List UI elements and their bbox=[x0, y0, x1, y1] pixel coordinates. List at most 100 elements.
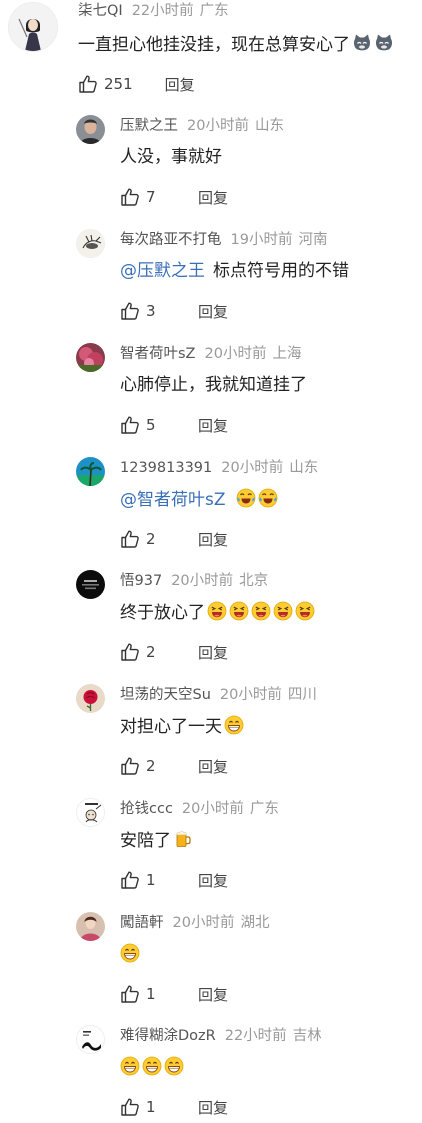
like-count: 2 bbox=[146, 530, 156, 548]
comment-text: 终于放心了 bbox=[120, 601, 315, 624]
grin-emoji-icon bbox=[142, 1056, 162, 1076]
thumbs-up-icon[interactable] bbox=[120, 529, 140, 549]
thumbs-up-icon[interactable] bbox=[120, 187, 140, 207]
reply-button[interactable]: 回复 bbox=[198, 301, 228, 322]
reply-button[interactable]: 回复 bbox=[198, 415, 228, 436]
avatar[interactable] bbox=[76, 457, 105, 486]
comment-actions: 1 回复 bbox=[120, 869, 228, 891]
comment-meta: 闖語軒 20小时前 湖北 bbox=[120, 914, 269, 932]
grin-emoji-icon bbox=[120, 1056, 140, 1076]
reply-button[interactable]: 回复 bbox=[198, 870, 228, 891]
comment-author[interactable]: 1239813391 bbox=[120, 460, 212, 476]
like-count: 5 bbox=[146, 416, 156, 434]
comment-time: 19小时前 bbox=[230, 232, 293, 248]
thumbs-up-icon[interactable] bbox=[78, 74, 98, 94]
comment-time: 20小时前 bbox=[181, 801, 244, 817]
reply-button[interactable]: 回复 bbox=[165, 74, 195, 95]
comment-author[interactable]: 每次路亚不打龟 bbox=[120, 232, 222, 248]
comment-author[interactable]: 坦荡的天空Su bbox=[120, 687, 211, 703]
avatar[interactable] bbox=[8, 2, 58, 52]
comment-author[interactable]: 悟937 bbox=[120, 573, 162, 589]
mention-link[interactable]: @智者荷叶sZ bbox=[120, 490, 226, 510]
comment-text: 一直担心他挂没挂，现在总算安心了 bbox=[78, 33, 394, 56]
comment-time: 22小时前 bbox=[131, 3, 194, 19]
avatar[interactable] bbox=[76, 343, 105, 372]
comment-text: @压默之王 标点符号用的不错 bbox=[120, 260, 349, 282]
comment-author[interactable]: 抢钱ccc bbox=[120, 801, 173, 817]
comment-text-body: 终于放心了 bbox=[120, 603, 205, 623]
comment-location: 吉林 bbox=[292, 1028, 322, 1044]
avatar[interactable] bbox=[76, 798, 105, 827]
comment-location: 北京 bbox=[239, 573, 269, 589]
comment-actions: 251 回复 bbox=[78, 73, 195, 95]
comment-author[interactable]: 压默之王 bbox=[120, 118, 178, 134]
comment-time: 20小时前 bbox=[187, 118, 249, 134]
comment-meta: 抢钱ccc 20小时前 广东 bbox=[120, 800, 279, 818]
reply-button[interactable]: 回复 bbox=[198, 1097, 228, 1118]
comment-actions: 1 回复 bbox=[120, 983, 228, 1005]
thumbs-up-icon[interactable] bbox=[120, 984, 140, 1004]
comment-actions: 7 回复 bbox=[120, 186, 228, 208]
comment-text-body: 一直担心他挂没挂，现在总算安心了 bbox=[78, 35, 350, 55]
comment-actions: 1 回复 bbox=[120, 1096, 228, 1118]
comment-author[interactable]: 闖語軒 bbox=[120, 915, 164, 931]
comment-time: 20小时前 bbox=[221, 460, 284, 476]
comment-location: 四川 bbox=[287, 687, 317, 703]
like-count: 2 bbox=[146, 757, 156, 775]
comment-text-body: 人没，事就好 bbox=[120, 147, 222, 167]
comment-location: 广东 bbox=[199, 3, 229, 19]
thumbs-up-icon[interactable] bbox=[120, 870, 140, 890]
comment-meta: 每次路亚不打龟 19小时前 河南 bbox=[120, 231, 327, 249]
comment-meta: 智者荷叶sZ 20小时前 上海 bbox=[120, 345, 301, 363]
reply-button[interactable]: 回复 bbox=[198, 756, 228, 777]
reply-button[interactable]: 回复 bbox=[198, 529, 228, 550]
cat-emoji-icon bbox=[374, 33, 394, 53]
thumbs-up-icon[interactable] bbox=[120, 642, 140, 662]
comment-time: 20小时前 bbox=[172, 915, 235, 931]
comment-author[interactable]: 智者荷叶sZ bbox=[120, 346, 196, 362]
reply-button[interactable]: 回复 bbox=[198, 984, 228, 1005]
like-count: 1 bbox=[146, 1098, 156, 1116]
comment-text-body: 标点符号用的不错 bbox=[213, 261, 349, 281]
avatar[interactable] bbox=[76, 570, 105, 599]
laugh-emoji-icon bbox=[229, 601, 249, 621]
avatar[interactable] bbox=[76, 684, 105, 713]
grin-emoji-icon bbox=[164, 1056, 184, 1076]
comment-text: 安陪了 bbox=[120, 829, 193, 852]
like-count: 3 bbox=[146, 302, 156, 320]
comment-text: @智者荷叶sZ bbox=[120, 488, 278, 511]
comment-text: 对担心了一天 bbox=[120, 715, 244, 738]
comment-text-body: 对担心了一天 bbox=[120, 717, 222, 737]
grin-emoji-icon bbox=[120, 943, 140, 963]
avatar[interactable] bbox=[76, 229, 105, 258]
comment-location: 河南 bbox=[298, 232, 328, 248]
comment-location: 上海 bbox=[272, 346, 302, 362]
comment-meta: 柒七QI 22小时前 广东 bbox=[78, 2, 229, 20]
comment-actions: 2 回复 bbox=[120, 528, 228, 550]
reply-button[interactable]: 回复 bbox=[198, 642, 228, 663]
laugh-emoji-icon bbox=[207, 601, 227, 621]
thumbs-up-icon[interactable] bbox=[120, 415, 140, 435]
comment-location: 广东 bbox=[249, 801, 279, 817]
avatar[interactable] bbox=[76, 115, 105, 144]
comment-text bbox=[120, 943, 140, 966]
like-count: 2 bbox=[146, 643, 156, 661]
reply-button[interactable]: 回复 bbox=[198, 187, 228, 208]
thumbs-up-icon[interactable] bbox=[120, 301, 140, 321]
comment-time: 20小时前 bbox=[219, 687, 282, 703]
comment-meta: 坦荡的天空Su 20小时前 四川 bbox=[120, 686, 317, 704]
avatar[interactable] bbox=[76, 912, 105, 941]
comment-author[interactable]: 难得糊涂DozR bbox=[120, 1028, 216, 1044]
comment-actions: 2 回复 bbox=[120, 641, 228, 663]
comment-time: 20小时前 bbox=[204, 346, 267, 362]
comment-text: 心肺停止，我就知道挂了 bbox=[120, 374, 307, 396]
comment-actions: 3 回复 bbox=[120, 300, 228, 322]
comment-author[interactable]: 柒七QI bbox=[78, 3, 123, 19]
mention-link[interactable]: @压默之王 bbox=[120, 261, 205, 281]
thumbs-up-icon[interactable] bbox=[120, 756, 140, 776]
avatar[interactable] bbox=[76, 1025, 105, 1054]
thumbs-up-icon[interactable] bbox=[120, 1097, 140, 1117]
comment-meta: 难得糊涂DozR 22小时前 吉林 bbox=[120, 1027, 322, 1045]
comment-location: 山东 bbox=[289, 460, 319, 476]
beer-emoji-icon bbox=[173, 829, 193, 849]
